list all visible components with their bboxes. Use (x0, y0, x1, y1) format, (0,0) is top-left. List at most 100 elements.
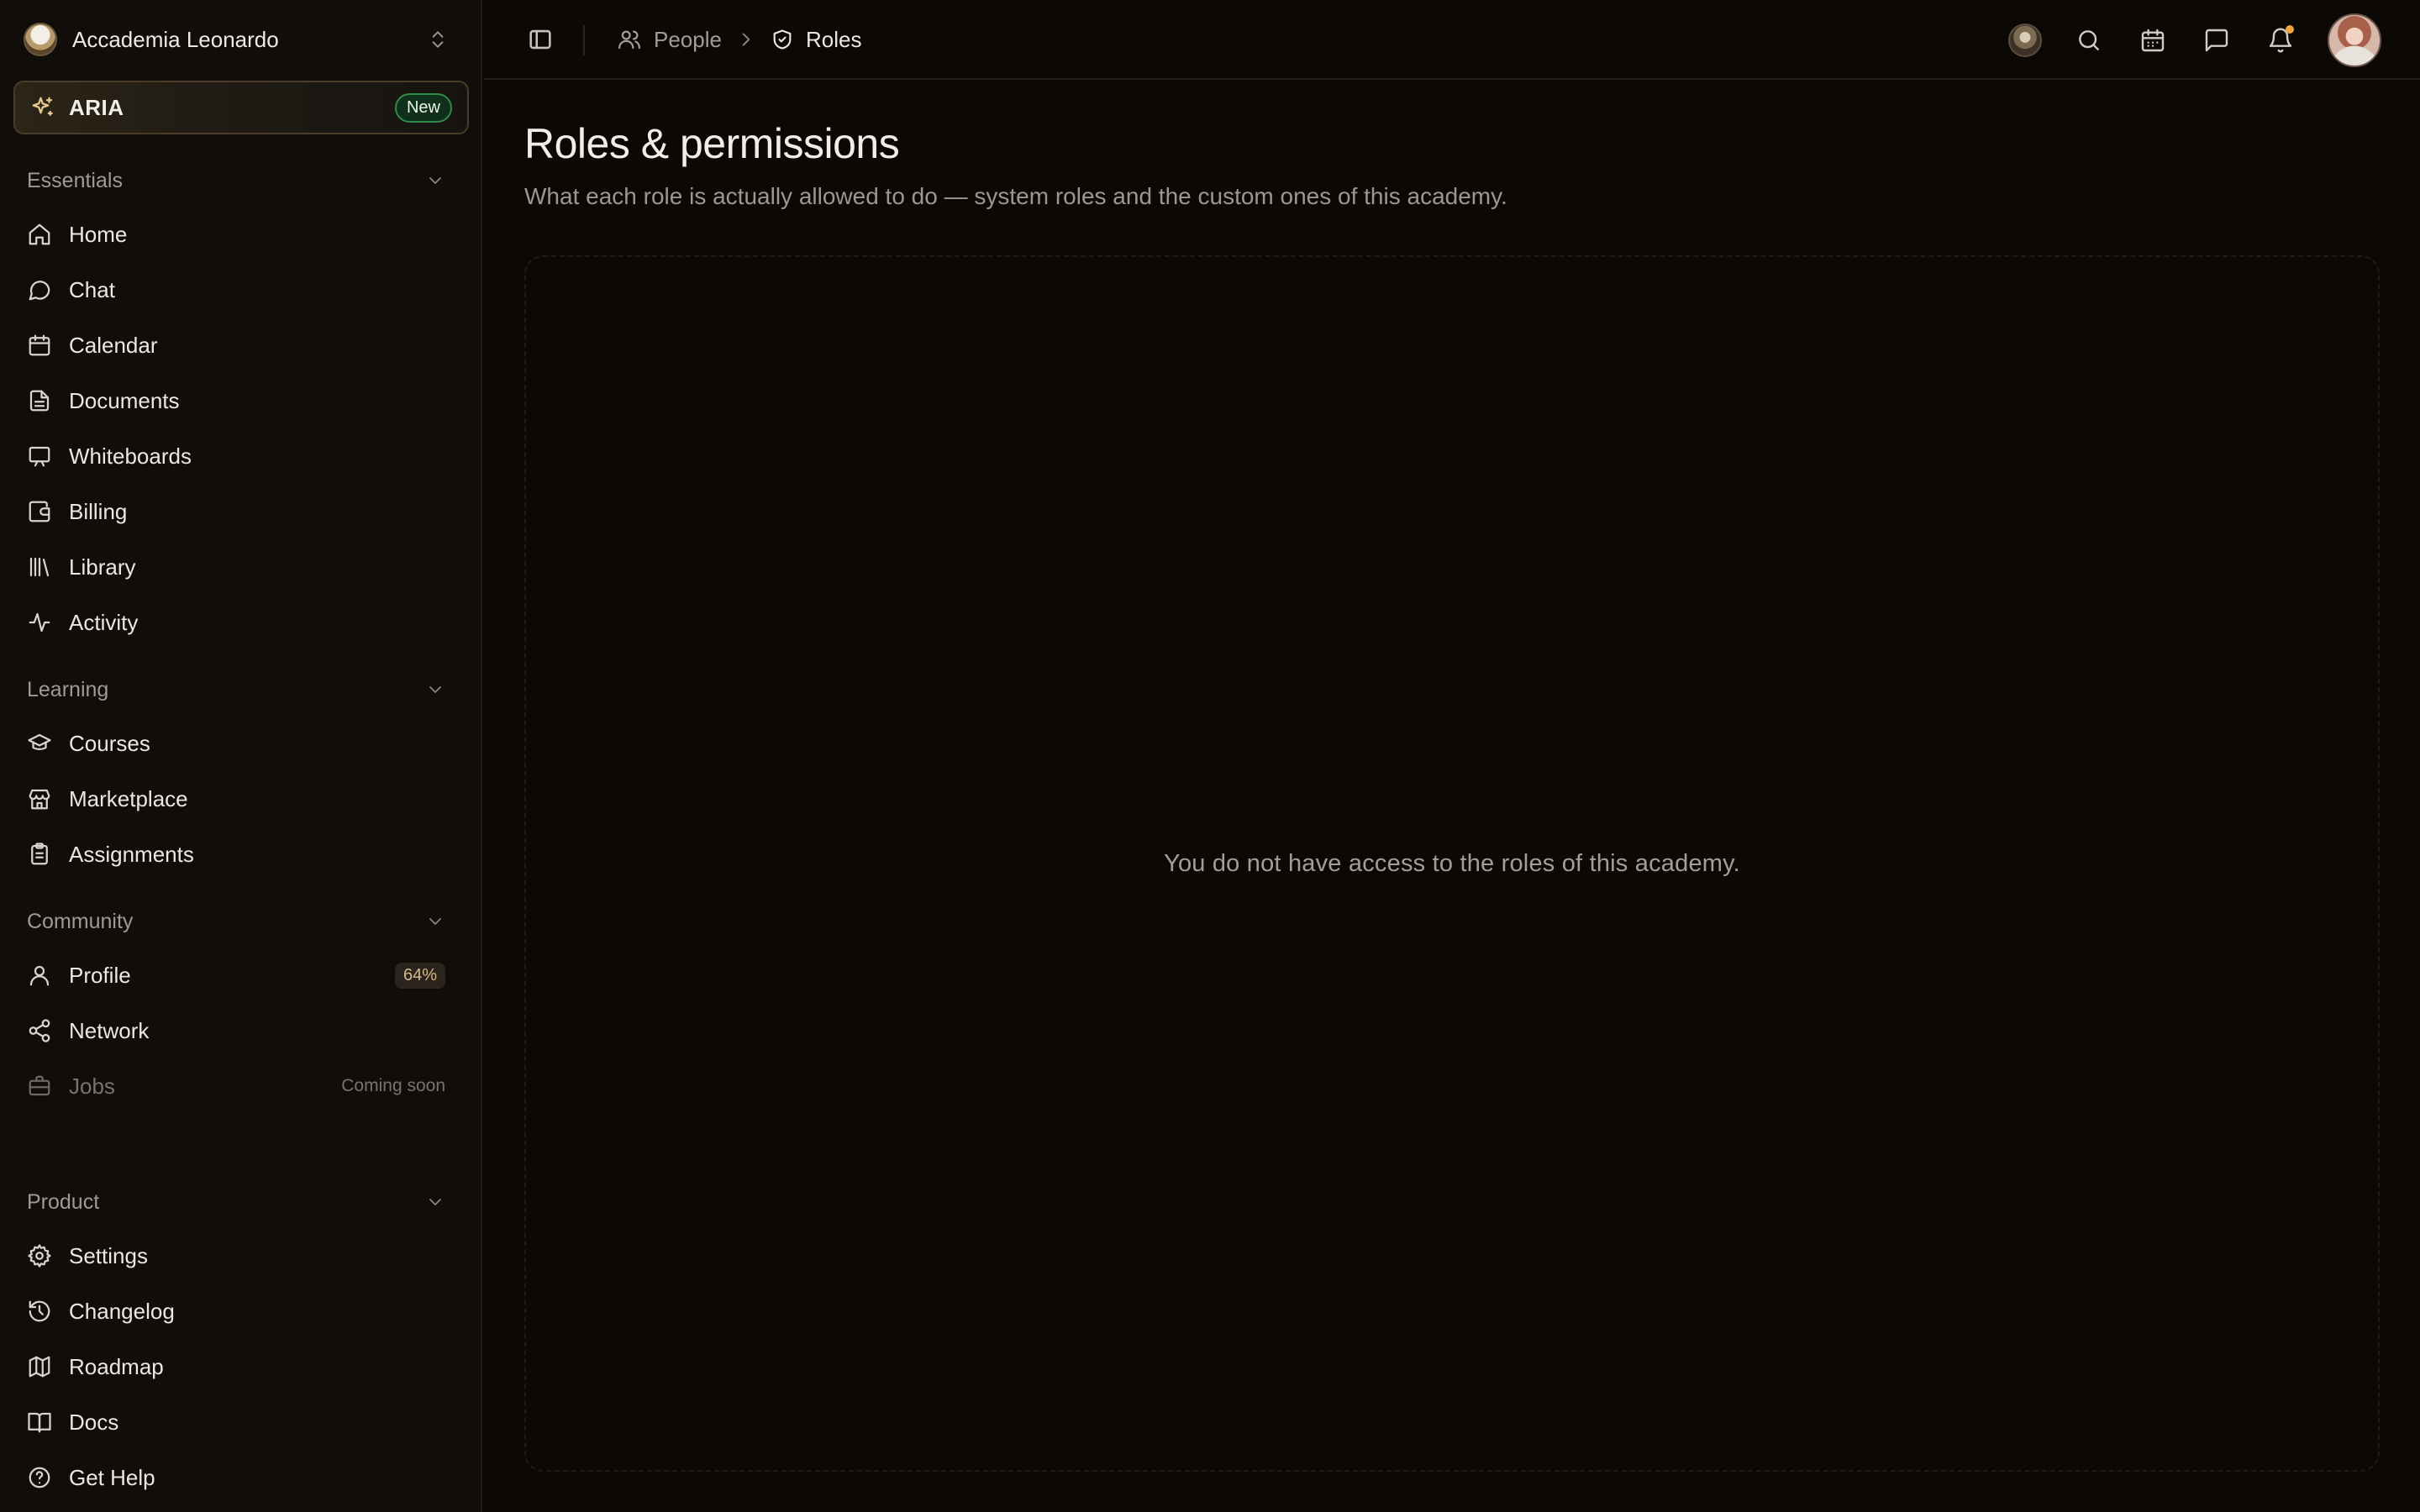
chevrons-up-down-icon (427, 29, 449, 50)
document-icon (27, 388, 52, 413)
chevron-down-icon (425, 1192, 445, 1212)
whiteboard-icon (27, 444, 52, 469)
section-essentials[interactable]: Essentials (13, 160, 459, 202)
empty-state-message: You do not have access to the roles of t… (1164, 849, 1740, 877)
breadcrumb-people[interactable]: People (617, 27, 722, 53)
chevron-down-icon (425, 911, 445, 932)
nav-settings[interactable]: Settings (13, 1231, 459, 1280)
nav-library-label: Library (69, 554, 136, 580)
workspace-avatar[interactable] (2008, 24, 2042, 57)
library-icon (27, 554, 52, 580)
nav-settings-label: Settings (69, 1242, 148, 1268)
workspace-name: Accademia Leonardo (72, 26, 279, 52)
nav-documents[interactable]: Documents (13, 376, 459, 425)
page-title: Roles & permissions (524, 120, 900, 167)
nav-calendar-label: Calendar (69, 332, 158, 358)
breadcrumb-people-label: People (654, 26, 722, 52)
nav-marketplace-label: Marketplace (69, 785, 188, 811)
aria-button[interactable]: ARIA New (13, 81, 469, 134)
nav-home[interactable]: Home (13, 210, 459, 259)
nav-roadmap[interactable]: Roadmap (13, 1342, 459, 1391)
bell-icon[interactable] (2264, 24, 2297, 57)
user-icon (27, 963, 52, 988)
nav-assignments-label: Assignments (69, 841, 194, 867)
nav-docs[interactable]: Docs (13, 1398, 459, 1446)
store-icon (27, 786, 52, 811)
top-bar: People Roles (484, 0, 2420, 80)
nav-network-label: Network (69, 1017, 150, 1043)
shield-check-icon (771, 28, 794, 51)
nav-profile-label: Profile (69, 962, 131, 988)
sidebar-toggle-icon[interactable] (526, 25, 555, 54)
sidebar: Accademia Leonardo ARIA New Essentials H… (0, 0, 482, 1512)
history-icon (27, 1299, 52, 1324)
message-square-icon[interactable] (2200, 24, 2233, 57)
nav-home-label: Home (69, 221, 128, 247)
breadcrumb: People Roles (617, 22, 861, 57)
nav-whiteboards-label: Whiteboards (69, 443, 192, 469)
nav-courses[interactable]: Courses (13, 719, 459, 768)
graduation-cap-icon (27, 731, 52, 756)
section-community[interactable]: Community (13, 900, 459, 942)
nav-courses-label: Courses (69, 730, 150, 756)
nav-get-help[interactable]: Get Help (13, 1453, 459, 1502)
nav-jobs-label: Jobs (69, 1073, 115, 1099)
nav-network[interactable]: Network (13, 1006, 459, 1055)
calendar-icon (27, 333, 52, 358)
section-learning[interactable]: Learning (13, 669, 459, 711)
section-product[interactable]: Product (13, 1181, 459, 1223)
nav-chat-label: Chat (69, 276, 115, 302)
section-essentials-label: Essentials (27, 168, 123, 192)
nav-whiteboards[interactable]: Whiteboards (13, 432, 459, 480)
nav-docs-label: Docs (69, 1409, 119, 1435)
briefcase-icon (27, 1074, 52, 1099)
nav-get-help-label: Get Help (69, 1464, 155, 1490)
nav-changelog-label: Changelog (69, 1298, 175, 1324)
section-community-label: Community (27, 909, 134, 933)
new-badge: New (394, 92, 452, 123)
nav-activity[interactable]: Activity (13, 598, 459, 647)
breadcrumb-roles: Roles (771, 27, 861, 53)
nav-changelog[interactable]: Changelog (13, 1287, 459, 1336)
chevron-down-icon (425, 171, 445, 191)
profile-completion-badge: 64% (394, 962, 445, 989)
nav-billing[interactable]: Billing (13, 487, 459, 536)
nav-marketplace[interactable]: Marketplace (13, 774, 459, 823)
help-circle-icon (27, 1465, 52, 1490)
share-network-icon (27, 1018, 52, 1043)
nav-roadmap-label: Roadmap (69, 1353, 164, 1379)
book-open-icon (27, 1410, 52, 1435)
users-icon (617, 27, 642, 52)
chevron-right-icon (735, 29, 757, 50)
calendar-icon[interactable] (2136, 24, 2170, 57)
chevron-down-icon (425, 680, 445, 700)
activity-icon (27, 610, 52, 635)
nav-billing-label: Billing (69, 498, 128, 524)
section-learning-label: Learning (27, 677, 109, 701)
nav-assignments[interactable]: Assignments (13, 830, 459, 879)
user-avatar[interactable] (2328, 13, 2381, 67)
workspace-logo (24, 23, 57, 56)
search-icon[interactable] (2072, 24, 2106, 57)
nav-jobs: Jobs Coming soon (13, 1062, 459, 1110)
nav-calendar[interactable]: Calendar (13, 321, 459, 370)
notification-dot (2286, 25, 2294, 34)
top-actions (2008, 13, 2381, 67)
clipboard-icon (27, 842, 52, 867)
aria-label: ARIA (69, 94, 124, 120)
roles-panel: You do not have access to the roles of t… (524, 255, 2380, 1472)
toolbar-divider (583, 25, 585, 55)
workspace-switcher[interactable]: Accademia Leonardo (13, 12, 459, 67)
sparkles-icon (30, 95, 55, 120)
nav-documents-label: Documents (69, 387, 180, 413)
chat-bubble-icon (27, 277, 52, 302)
nav-profile[interactable]: Profile 64% (13, 951, 459, 1000)
nav-library[interactable]: Library (13, 543, 459, 591)
nav-chat[interactable]: Chat (13, 265, 459, 314)
page-subtitle: What each role is actually allowed to do… (524, 183, 1507, 209)
section-product-label: Product (27, 1189, 100, 1214)
home-icon (27, 222, 52, 247)
breadcrumb-roles-label: Roles (805, 26, 862, 52)
wallet-icon (27, 499, 52, 524)
map-icon (27, 1354, 52, 1379)
